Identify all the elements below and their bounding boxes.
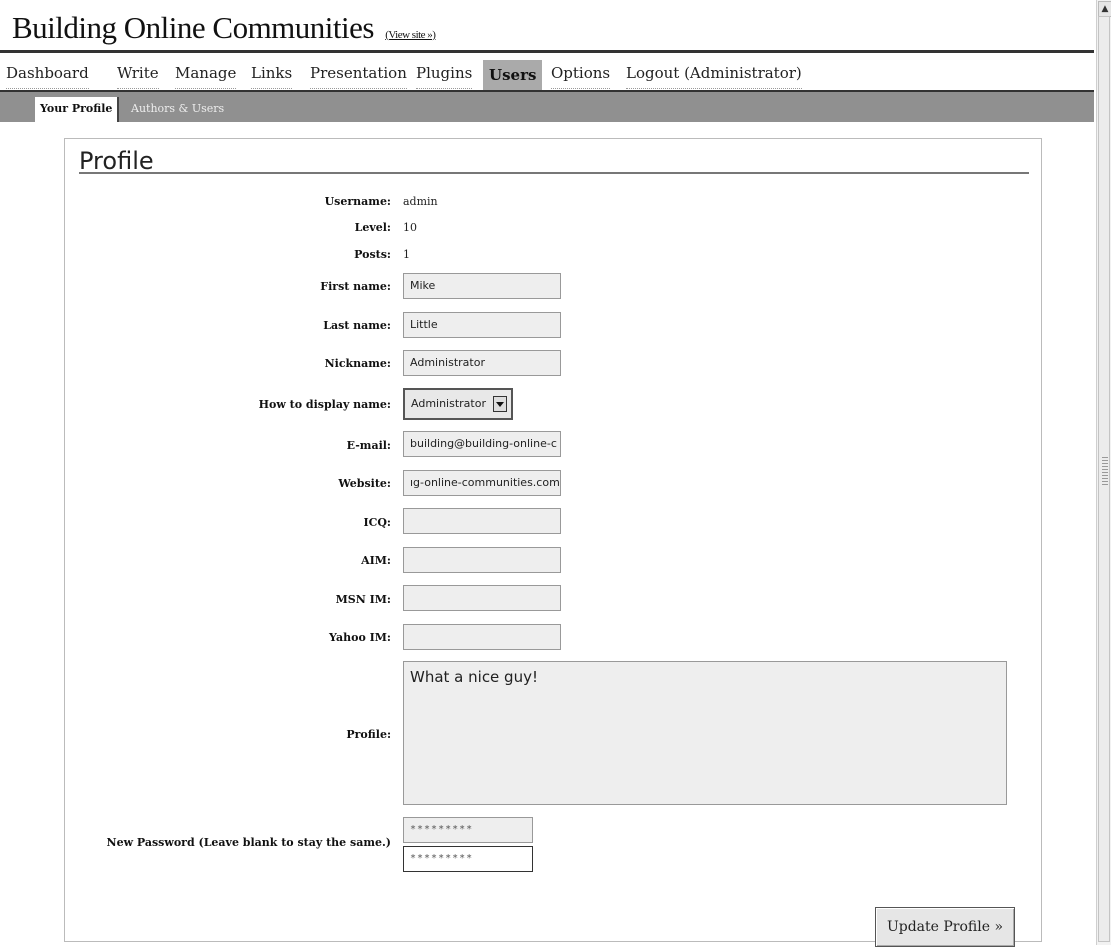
nav-options[interactable]: Options [551, 64, 611, 89]
bio-label: Profile: [346, 728, 391, 741]
vertical-scrollbar[interactable]: ▲ [1096, 0, 1111, 945]
username-value: admin [403, 195, 438, 208]
site-header: Building Online Communities (View site »… [0, 0, 1094, 53]
subnav-your-profile[interactable]: Your Profile [35, 97, 120, 122]
msn-label: MSN IM: [335, 593, 391, 606]
aim-label: AIM: [361, 554, 391, 567]
nav-dashboard[interactable]: Dashboard [6, 64, 89, 89]
last-name-field[interactable]: Little [403, 312, 561, 338]
username-label: Username: [324, 195, 391, 208]
website-label: Website: [338, 477, 391, 490]
sub-nav: Your Profile Authors & Users [0, 92, 1094, 122]
scroll-up-arrow-icon[interactable]: ▲ [1098, 1, 1111, 17]
first-name-field[interactable]: Mike [403, 273, 561, 299]
nickname-field[interactable]: Administrator [403, 350, 561, 376]
new-password-field[interactable]: ********* [403, 817, 533, 843]
profile-panel: Profile Username: admin Level: 10 Posts:… [64, 138, 1042, 947]
icq-field[interactable] [403, 508, 561, 534]
confirm-password-field[interactable]: ********* [403, 846, 533, 872]
display-name-value: Administrator [411, 397, 486, 410]
first-name-label: First name: [320, 280, 391, 293]
level-value: 10 [403, 221, 417, 234]
display-name-label: How to display name: [258, 398, 391, 411]
nav-presentation[interactable]: Presentation [310, 64, 407, 89]
email-label: E-mail: [346, 439, 391, 452]
nickname-label: Nickname: [324, 357, 391, 370]
email-field[interactable]: building@building-online-c [403, 431, 561, 457]
display-name-select[interactable]: Administrator [403, 388, 513, 420]
website-field[interactable]: ıg-online-communities.com [403, 470, 561, 496]
main-nav: Dashboard Write Manage Links Presentatio… [0, 56, 1094, 92]
nav-plugins[interactable]: Plugins [416, 64, 473, 89]
title-divider [79, 172, 1029, 174]
yahoo-label: Yahoo IM: [328, 631, 391, 644]
view-site-link[interactable]: (View site ») [385, 29, 436, 41]
nav-logout[interactable]: Logout (Administrator) [626, 64, 802, 89]
scroll-thumb[interactable] [1098, 16, 1110, 942]
aim-field[interactable] [403, 547, 561, 573]
grip-icon [1102, 457, 1108, 487]
password-label: New Password (Leave blank to stay the sa… [106, 836, 391, 849]
bio-textarea[interactable]: What a nice guy! [403, 661, 1007, 805]
nav-users[interactable]: Users [483, 60, 543, 90]
page-title: Profile [79, 147, 154, 175]
level-label: Level: [354, 221, 391, 234]
subnav-authors-users[interactable]: Authors & Users [131, 102, 224, 115]
yahoo-field[interactable] [403, 624, 561, 650]
posts-label: Posts: [354, 248, 391, 261]
msn-field[interactable] [403, 585, 561, 611]
last-name-label: Last name: [323, 319, 391, 332]
nav-write[interactable]: Write [117, 64, 159, 89]
nav-links[interactable]: Links [251, 64, 293, 89]
chevron-down-icon[interactable] [493, 396, 507, 412]
site-title-text: Building Online Communities [12, 10, 374, 45]
site-title: Building Online Communities (View site »… [12, 10, 436, 46]
update-profile-button[interactable]: Update Profile » [875, 907, 1015, 947]
icq-label: ICQ: [363, 516, 391, 529]
posts-value: 1 [403, 248, 410, 261]
nav-manage[interactable]: Manage [175, 64, 237, 89]
